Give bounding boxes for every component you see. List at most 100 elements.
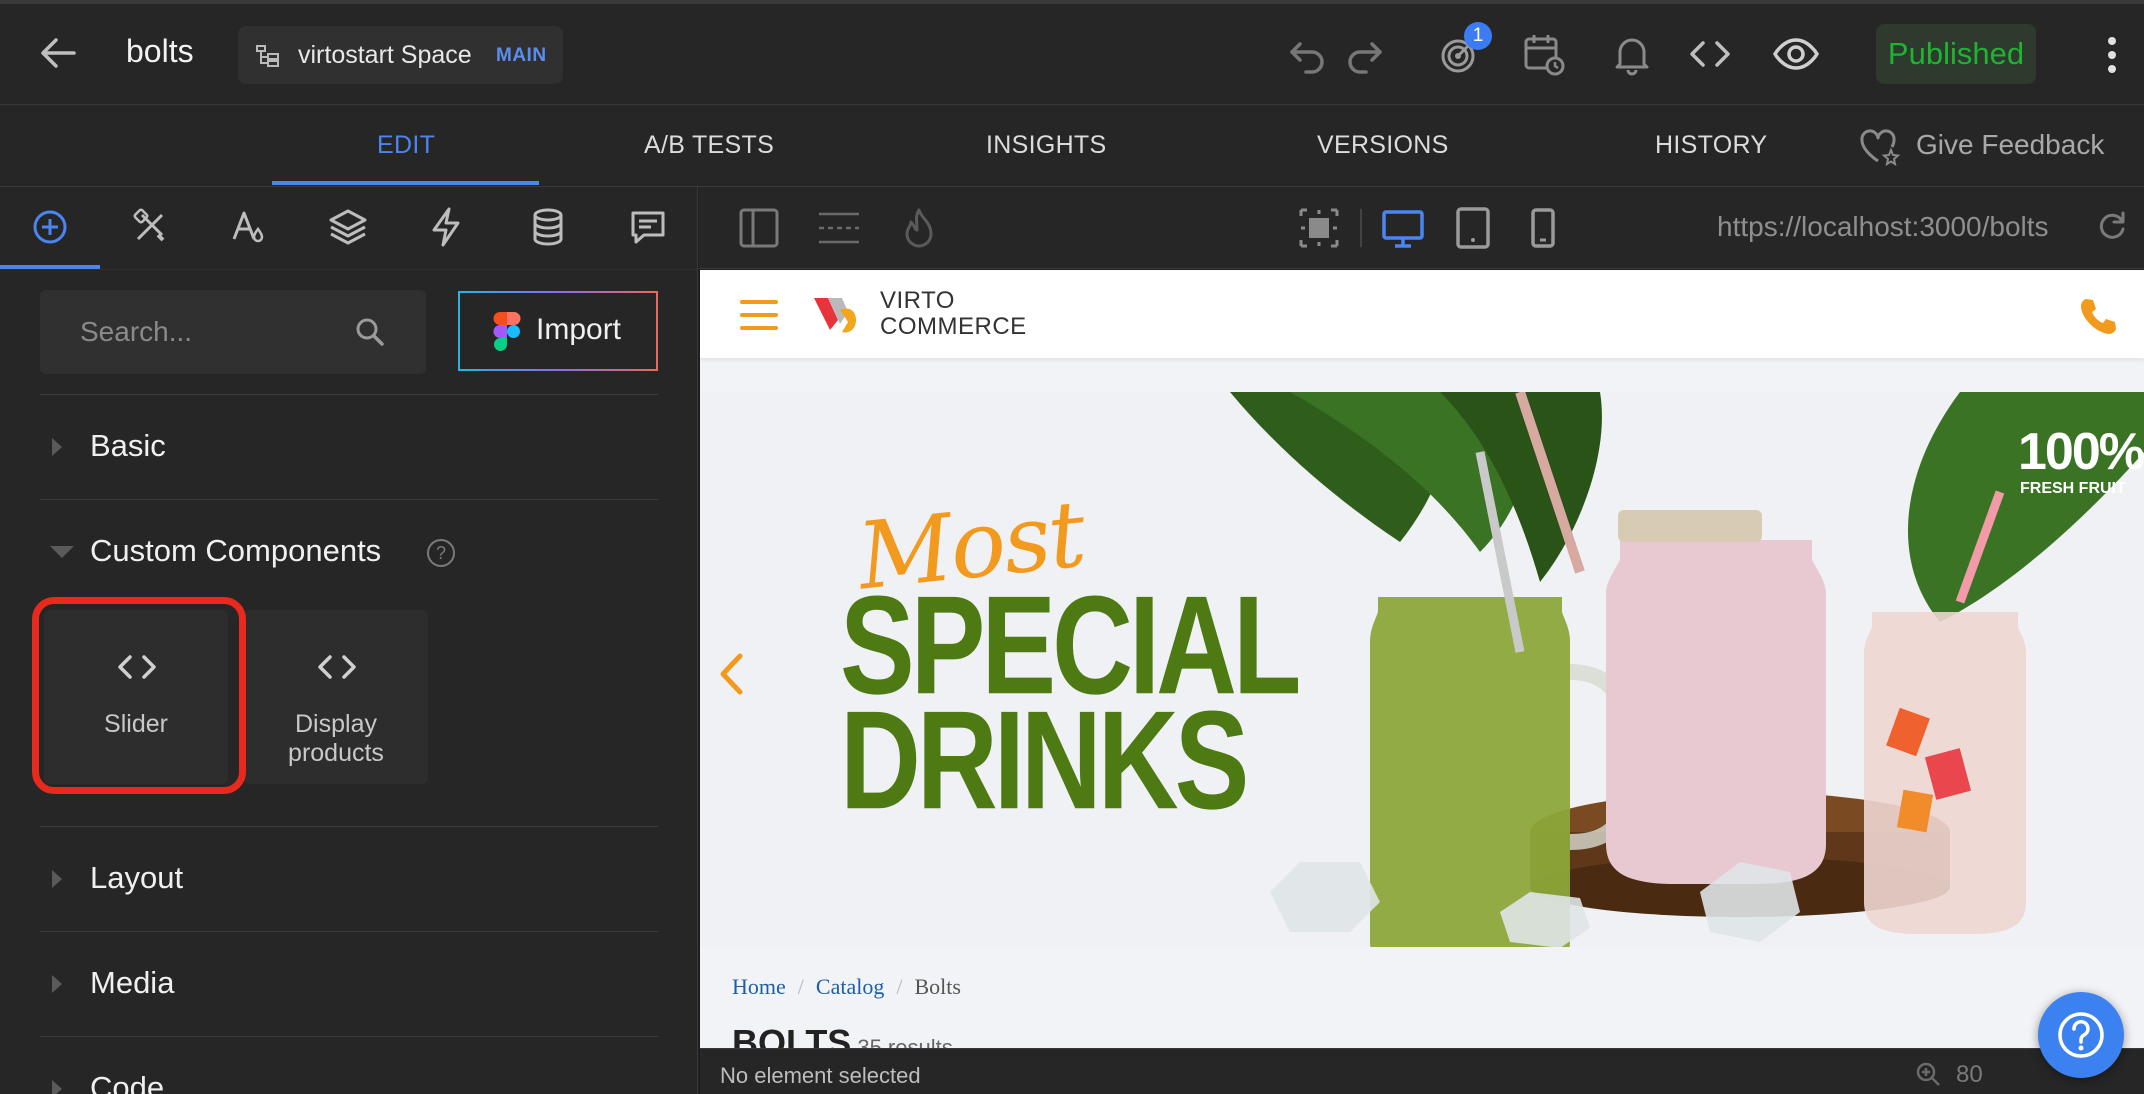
sidebar-toggle-icon[interactable] xyxy=(737,206,781,250)
add-component-icon[interactable] xyxy=(28,205,72,249)
zoom-icon[interactable] xyxy=(1914,1060,1942,1088)
page-preview-canvas[interactable]: VIRTO COMMERCE Most SPECIAL DRINKS 100% … xyxy=(700,270,2144,1048)
space-name: virtostart Space xyxy=(298,41,472,69)
caret-right-icon xyxy=(48,435,66,459)
page-heading: BOLTS 35 results xyxy=(732,1022,953,1048)
redo-icon[interactable] xyxy=(1340,30,1388,78)
brand-line2: COMMERCE xyxy=(880,313,1027,340)
breadcrumb-separator: / xyxy=(896,974,903,999)
figma-import-button[interactable]: Import xyxy=(458,291,658,371)
selection-frame-icon[interactable] xyxy=(1297,206,1341,250)
branch-badge: MAIN xyxy=(496,45,547,66)
banner-badge-label: FRESH FRUIT xyxy=(2020,480,2126,497)
style-icon[interactable] xyxy=(226,205,270,249)
code-view-icon[interactable] xyxy=(1686,30,1734,78)
desktop-device-icon[interactable] xyxy=(1381,206,1425,250)
brand-name: VIRTO COMMERCE xyxy=(880,288,1027,340)
breadcrumb-separator: / xyxy=(797,974,804,999)
breadcrumb: Home / Catalog / Bolts xyxy=(732,974,961,1000)
caret-down-icon xyxy=(48,540,76,564)
section-basic[interactable]: Basic xyxy=(40,417,658,477)
divider xyxy=(1360,209,1362,247)
figma-icon xyxy=(492,311,522,353)
status-bar: No element selected 80 xyxy=(700,1048,2144,1094)
question-icon xyxy=(2058,1012,2104,1058)
banner-badge-percent: 100% xyxy=(2018,423,2144,481)
brand-line1: VIRTO xyxy=(880,287,955,314)
import-label: Import xyxy=(536,313,622,346)
undo-icon[interactable] xyxy=(1284,30,1332,78)
section-layout[interactable]: Layout xyxy=(40,849,658,909)
section-media-label: Media xyxy=(90,965,175,1000)
search-input[interactable] xyxy=(80,316,360,348)
zoom-level[interactable]: 80 xyxy=(1956,1061,1983,1089)
search-icon[interactable] xyxy=(352,314,388,350)
section-code[interactable]: Code xyxy=(40,1059,658,1094)
spacing-guides-icon[interactable] xyxy=(817,206,861,250)
page-name: bolts xyxy=(126,33,194,69)
phone-icon[interactable] xyxy=(2078,296,2118,336)
result-count: 35 results xyxy=(857,1035,953,1048)
layers-icon[interactable] xyxy=(326,205,370,249)
caret-right-icon xyxy=(48,867,66,891)
selection-status: No element selected xyxy=(720,1063,921,1088)
section-layout-label: Layout xyxy=(90,860,184,895)
caret-right-icon xyxy=(48,972,66,996)
tab-versions[interactable]: VERSIONS xyxy=(1317,131,1449,160)
tab-history[interactable]: HISTORY xyxy=(1655,131,1767,160)
help-icon[interactable]: ? xyxy=(427,539,455,567)
section-basic-label: Basic xyxy=(90,428,166,463)
help-button[interactable] xyxy=(2038,992,2124,1078)
schedule-icon[interactable] xyxy=(1520,30,1568,78)
hero-slider-banner[interactable]: Most SPECIAL DRINKS 100% FRESH FRUIT xyxy=(700,392,2144,947)
component-display-products[interactable]: Display products xyxy=(244,610,428,784)
tools-icon[interactable] xyxy=(128,205,172,249)
banner-headline-line2: DRINKS xyxy=(840,682,1249,839)
tab-ab-tests[interactable]: A/B TESTS xyxy=(644,131,774,160)
component-search[interactable] xyxy=(40,290,426,374)
back-arrow-icon[interactable] xyxy=(36,30,82,76)
more-menu-icon[interactable] xyxy=(2100,32,2124,78)
notification-badge: 1 xyxy=(1464,22,1492,50)
breadcrumb-current: Bolts xyxy=(914,974,961,999)
section-media[interactable]: Media xyxy=(40,954,658,1014)
tablet-device-icon[interactable] xyxy=(1451,206,1495,250)
bell-icon[interactable] xyxy=(1608,30,1656,78)
preview-url[interactable]: https://localhost:3000/bolts xyxy=(1717,211,2049,243)
breadcrumb-catalog[interactable]: Catalog xyxy=(816,974,884,999)
caret-right-icon xyxy=(48,1077,66,1094)
divider xyxy=(40,1036,658,1037)
tab-insights[interactable]: INSIGHTS xyxy=(986,131,1106,160)
bolt-icon[interactable] xyxy=(424,205,468,249)
divider xyxy=(40,499,658,500)
mode-tabs: EDIT A/B TESTS INSIGHTS VERSIONS HISTORY xyxy=(0,105,2144,187)
database-icon[interactable] xyxy=(526,205,570,249)
mobile-device-icon[interactable] xyxy=(1521,206,1565,250)
publish-button[interactable]: Published xyxy=(1876,24,2036,84)
divider xyxy=(40,394,658,395)
comment-icon[interactable] xyxy=(626,205,670,249)
space-selector[interactable]: virtostart Space MAIN xyxy=(238,26,563,84)
divider xyxy=(0,269,698,270)
highlight-box xyxy=(32,597,246,794)
canvas-toolbar: https://localhost:3000/bolts xyxy=(699,187,2144,269)
site-header: VIRTO COMMERCE xyxy=(700,270,2144,358)
page-heading-text: BOLTS xyxy=(732,1022,852,1048)
refresh-icon[interactable] xyxy=(2095,209,2139,253)
preview-eye-icon[interactable] xyxy=(1772,30,1820,78)
active-tab-indicator xyxy=(272,181,539,185)
tab-edit[interactable]: EDIT xyxy=(377,131,435,160)
divider xyxy=(40,826,658,827)
divider xyxy=(40,931,658,932)
tree-icon xyxy=(254,42,282,70)
heatmap-flame-icon[interactable] xyxy=(897,206,941,250)
virto-logo-icon[interactable] xyxy=(812,288,876,342)
heart-star-icon xyxy=(1858,127,1902,167)
breadcrumb-home[interactable]: Home xyxy=(732,974,786,999)
slider-prev-arrow-icon[interactable] xyxy=(718,652,744,696)
section-custom-components[interactable]: Custom Components ? xyxy=(40,522,658,582)
section-custom-label: Custom Components xyxy=(90,533,382,568)
hamburger-menu-icon[interactable] xyxy=(740,298,778,332)
section-code-label: Code xyxy=(90,1070,165,1094)
code-icon xyxy=(316,652,358,682)
